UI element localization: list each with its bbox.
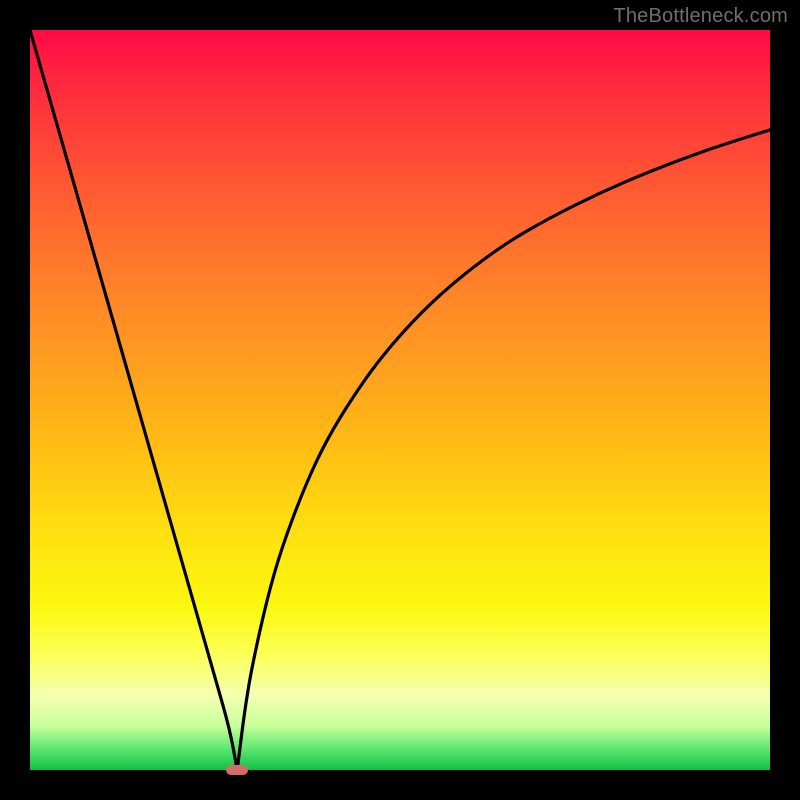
plot-area xyxy=(30,30,770,770)
bottleneck-curve xyxy=(30,30,770,770)
optimal-marker xyxy=(226,765,248,775)
chart-frame: TheBottleneck.com xyxy=(0,0,800,800)
watermark-text: TheBottleneck.com xyxy=(613,5,788,28)
